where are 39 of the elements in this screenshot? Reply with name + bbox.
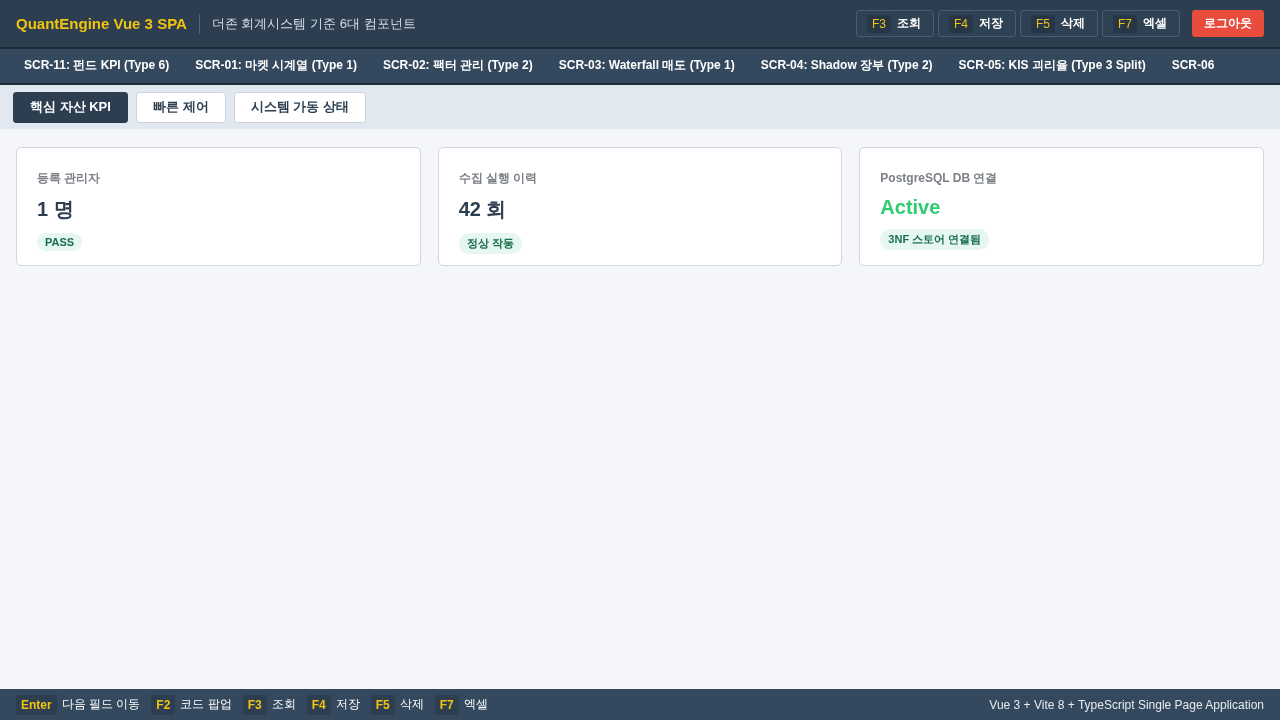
key-hint: F3 [242,694,267,715]
key-hint-label: 삭제 [399,696,424,713]
status-badge: PASS [37,233,83,251]
tab[interactable]: 시스템 가동 상태 [233,91,366,123]
kpi-value: 42 회 [458,197,507,222]
key-hint-label: 다음 필드 이동 [61,696,141,713]
kpi-label: 등록 관리자 [37,170,101,187]
app-subtitle: 더존 회계시스템 기준 6대 컴포넌트 [211,14,416,33]
key-hint: Enter [16,694,57,715]
kpi-value: Active [880,196,941,219]
key-hint-label: 코드 팝업 [180,696,232,713]
status-badge: 3NF 스토어 연결됨 [880,229,990,250]
shortcut-button[interactable]: F4 저장 [937,10,1016,37]
logout-button[interactable]: 로그아웃 [1192,10,1264,37]
kpi-label: PostgreSQL DB 연결 [880,170,998,187]
shortcut-button[interactable]: F3 조회 [855,10,934,37]
kpi-label: 수집 실행 이력 [458,170,538,187]
key-hint-label: 조회 [271,696,296,713]
key-hint: F4 [306,694,331,715]
screen-tab[interactable]: SCR-01: 마켓 시계열 (Type 1) [181,49,369,83]
tab[interactable]: 빠른 제어 [135,91,226,123]
key-hint-label: 저장 [335,696,360,713]
key-hint: F5 [370,694,395,715]
screen-tab[interactable]: SCR-06 [1157,49,1227,83]
key-hint-label: 엑셀 [463,696,488,713]
screen-tab[interactable]: SCR-04: Shadow 장부 (Type 2) [746,49,945,83]
shortcut-button[interactable]: F7 엑셀 [1102,10,1180,37]
screen-tab[interactable]: SCR-05: KIS 괴리율 (Type 3 Split) [944,49,1158,83]
key-hint: F7 [434,694,459,715]
kpi-value: 1 명 [37,197,74,222]
screen-tab[interactable]: SCR-02: 팩터 관리 (Type 2) [368,49,545,83]
tab[interactable]: 핵심 자산 KPI [13,91,128,123]
screen-tab[interactable]: SCR-11: 펀드 KPI (Type 6) [10,49,182,83]
app-title: QuantEngine Vue 3 SPA [16,15,187,32]
status-badge: 정상 작동 [458,233,522,254]
app-info: Vue 3 + Vite 8 + TypeScript Single Page Application [989,697,1264,712]
shortcut-button[interactable]: F5 삭제 [1019,10,1098,37]
screen-tab[interactable]: SCR-03: Waterfall 매도 (Type 1) [544,49,747,83]
key-hint: F2 [151,694,176,715]
